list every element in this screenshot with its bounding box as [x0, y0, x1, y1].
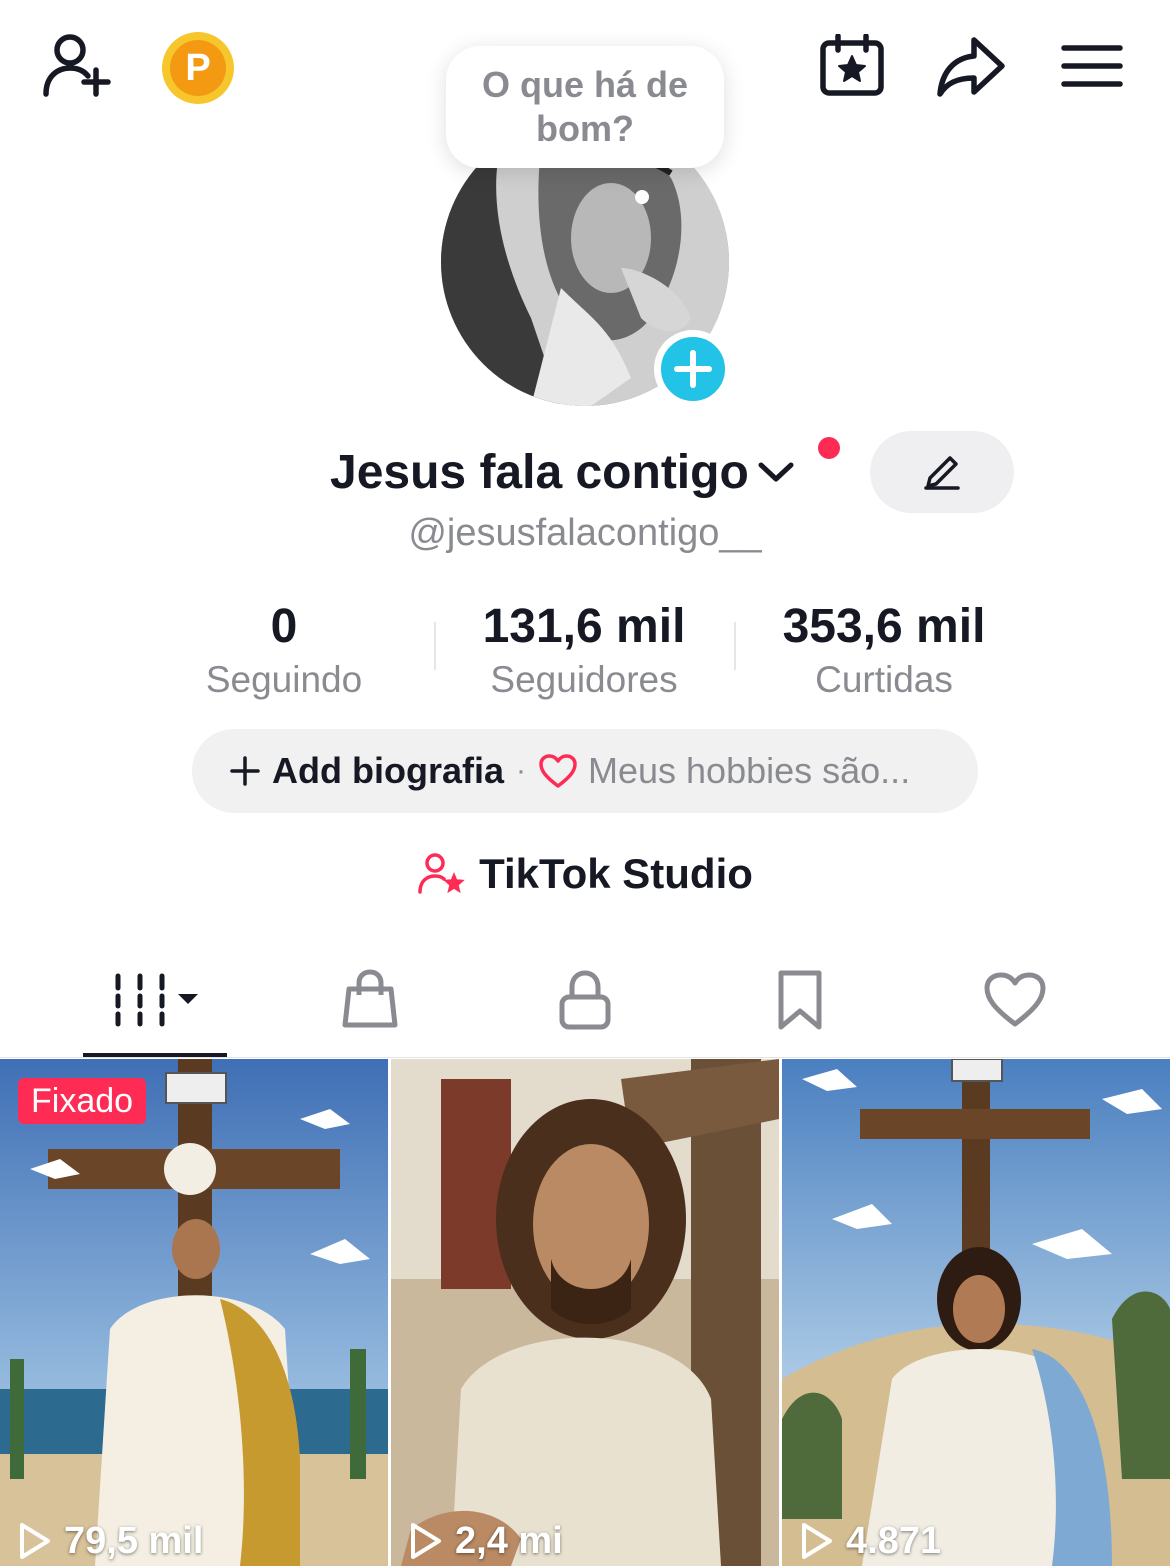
share-arrow-icon [937, 37, 1005, 97]
stat-value: 131,6 mil [482, 600, 686, 653]
tab-liked[interactable] [955, 960, 1075, 1040]
tab-shop[interactable] [310, 960, 430, 1040]
tab-divider [0, 1057, 1170, 1058]
calendar-button[interactable] [818, 34, 886, 98]
tiktok-studio-button[interactable]: TikTok Studio [0, 850, 1170, 898]
creator-star-icon [418, 853, 465, 894]
studio-label: TikTok Studio [479, 850, 753, 897]
edit-profile-button[interactable] [870, 431, 1014, 513]
hamburger-icon [1061, 45, 1123, 87]
heart-icon [984, 972, 1046, 1027]
calendar-star-icon [820, 34, 884, 96]
view-count-value: 2,4 mi [455, 1519, 563, 1562]
videos-grid-icon [115, 973, 198, 1027]
bookmark-icon [778, 970, 822, 1030]
stat-value: 0 [270, 600, 298, 653]
stat-label: Seguindo [205, 659, 363, 700]
heart-icon [539, 754, 577, 788]
chevron-down-icon [758, 462, 794, 482]
video-thumbnail [391, 1059, 779, 1566]
bio-separator: · [516, 754, 526, 787]
note-bubble[interactable]: O que há de bom? [446, 46, 724, 168]
note-bubble-tail [635, 190, 649, 204]
view-count-value: 79,5 mil [64, 1519, 204, 1562]
stat-label: Curtidas [815, 659, 953, 700]
view-count: 4.871 [800, 1518, 941, 1564]
stat-following[interactable]: 0 Seguindo [134, 598, 434, 702]
display-name-button[interactable]: Jesus fala contigo [330, 440, 795, 504]
add-user-icon [43, 34, 111, 97]
tab-private[interactable] [525, 960, 645, 1040]
add-story-button[interactable] [654, 330, 732, 408]
video-tile[interactable] [782, 1059, 1170, 1566]
stat-value: 353,6 mil [782, 600, 986, 653]
view-count-value: 4.871 [846, 1519, 942, 1562]
tab-videos[interactable] [83, 960, 227, 1040]
play-icon [802, 1523, 832, 1559]
stat-label: Seguidores [490, 659, 678, 700]
play-icon [20, 1523, 50, 1559]
plus-icon [674, 350, 712, 388]
lock-icon [559, 970, 611, 1030]
video-thumbnail [782, 1059, 1170, 1566]
stat-likes[interactable]: 353,6 mil Curtidas [734, 598, 1034, 702]
stat-followers[interactable]: 131,6 mil Seguidores [434, 598, 734, 702]
notification-dot [818, 437, 840, 459]
view-count: 79,5 mil [18, 1518, 203, 1564]
tab-saved[interactable] [740, 960, 860, 1040]
display-name: Jesus fala contigo [330, 445, 749, 499]
coin-icon: P [170, 40, 226, 96]
video-thumbnail [0, 1059, 388, 1566]
shopping-bag-icon [342, 969, 398, 1028]
add-friend-button[interactable] [40, 30, 116, 102]
username: @jesusfalacontigo__ [408, 512, 762, 554]
hobbies-placeholder: Meus hobbies são... [588, 750, 911, 791]
play-icon [411, 1523, 441, 1559]
add-bio-button[interactable]: Add biografia · Meus hobbies são... [192, 729, 978, 813]
video-tile[interactable] [391, 1059, 779, 1566]
video-tile[interactable] [0, 1059, 388, 1566]
share-profile-button[interactable] [936, 36, 1006, 98]
plus-icon [230, 756, 260, 786]
menu-button[interactable] [1060, 42, 1124, 90]
pinned-badge: Fixado [18, 1078, 147, 1124]
coins-button[interactable]: P [162, 32, 234, 104]
view-count: 2,4 mi [409, 1518, 563, 1564]
add-bio-label: Add biografia [272, 750, 504, 791]
pencil-icon [924, 456, 960, 490]
